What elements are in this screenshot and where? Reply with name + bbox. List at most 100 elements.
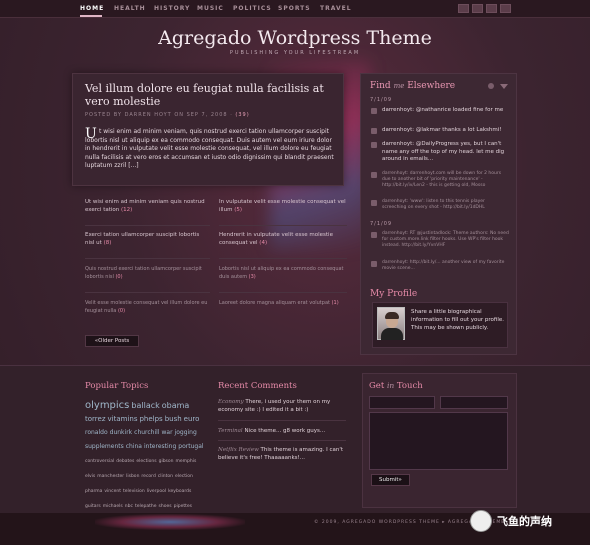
top-navigation: HOME HEALTH HISTORY MUSIC POLITICS SPORT…	[0, 0, 590, 18]
tag-link[interactable]: elections	[136, 457, 156, 467]
tweet-item[interactable]: darrenhoyt: RT @justintadlock: Theme aut…	[371, 231, 509, 249]
tag-link[interactable]: interesting	[144, 442, 176, 452]
nav-home[interactable]: HOME	[80, 5, 104, 12]
tag-link[interactable]: shoes	[159, 502, 172, 512]
tag-link[interactable]: jogging	[175, 428, 197, 438]
tweet-text: darrenhoyt: 'www': listen to this tennis…	[382, 199, 485, 210]
tag-link[interactable]: war	[161, 428, 172, 438]
search-icon[interactable]	[500, 4, 511, 13]
excerpt-item[interactable]: Exerci tation ullamcorper suscipit lobor…	[85, 232, 210, 247]
featured-post-body: t wisi enim ad minim veniam, quis nostru…	[85, 128, 335, 171]
nav-active-indicator	[80, 15, 102, 17]
twitter-bird-icon	[371, 232, 377, 238]
comment-item[interactable]: Economy There, i used your them on my ec…	[218, 399, 353, 414]
older-posts-button[interactable]: «Older Posts	[85, 335, 139, 347]
tweet-text: darrenhoyt: @lakmar thanks a lot Lakshmi…	[382, 127, 502, 133]
tag-link[interactable]: lisbon	[126, 472, 139, 482]
nav-health[interactable]: HEALTH	[114, 5, 146, 12]
contact-heading: Get in Touch	[369, 381, 423, 391]
tweet-text: darrenhoyt: @nathanrice loaded fine for …	[382, 107, 504, 113]
excerpt-item[interactable]: Quis nostrud exerci tation ullamcorper s…	[85, 266, 210, 281]
tag-link[interactable]: manchester	[97, 472, 124, 482]
profile-heading: My Profile	[370, 289, 418, 299]
heading-word: in	[386, 381, 395, 390]
tag-link[interactable]: liverpool	[147, 487, 166, 497]
name-field[interactable]	[369, 396, 435, 409]
tag-link[interactable]: controversial	[85, 457, 114, 467]
tag-link[interactable]: elvis	[85, 472, 95, 482]
tag-link[interactable]: ronaldo	[85, 428, 108, 438]
nav-music[interactable]: MUSIC	[197, 5, 224, 12]
tweet-item[interactable]: darrenhoyt: 'www': listen to this tennis…	[371, 199, 509, 211]
message-textarea[interactable]	[369, 412, 508, 470]
tag-link[interactable]: euro	[184, 414, 200, 424]
tweet-item[interactable]: darrenhoyt: @lakmar thanks a lot Lakshmi…	[371, 127, 509, 135]
comment-count[interactable]: (39)	[235, 112, 249, 118]
nav-politics[interactable]: POLITICS	[233, 5, 272, 12]
rss-icon[interactable]	[458, 4, 469, 13]
tag-link[interactable]: michaels	[103, 502, 123, 512]
tweet-item[interactable]: darrenhoyt: http://bit.ly/... another vi…	[371, 260, 509, 272]
tag-link[interactable]: record	[141, 472, 155, 482]
excerpt-text: Hendrerit in vulputate velit esse molest…	[219, 232, 333, 246]
twitter-bird-icon	[371, 261, 377, 267]
nav-sports[interactable]: SPORTS	[278, 5, 311, 12]
tag-link[interactable]: memphis	[176, 457, 197, 467]
tag-link[interactable]: portugal	[178, 442, 203, 452]
tag-link[interactable]: vitamins	[108, 414, 138, 424]
tweet-item[interactable]: darrenhoyt: @DailyProgress yes, but I ca…	[371, 141, 509, 164]
email-field[interactable]	[440, 396, 508, 409]
twitter-bird-icon	[371, 128, 377, 134]
comment-author[interactable]: Economy	[218, 399, 244, 405]
mail-icon[interactable]	[472, 4, 483, 13]
chevron-down-icon[interactable]	[500, 84, 508, 89]
tag-link[interactable]: keyboards	[168, 487, 191, 497]
excerpt-item[interactable]: In vulputate velit esse molestie consequ…	[219, 199, 349, 214]
feed-icon[interactable]	[486, 4, 497, 13]
featured-post-title[interactable]: Vel illum dolore eu feugiat nulla facili…	[85, 82, 335, 108]
tag-link[interactable]: election	[175, 472, 193, 482]
tag-link[interactable]: clinton	[158, 472, 173, 482]
tag-link[interactable]: telepathe	[135, 502, 157, 512]
tag-link[interactable]: bush	[165, 414, 182, 424]
site-title[interactable]: Agregado Wordpress Theme	[0, 27, 590, 49]
excerpt-count: (0)	[117, 307, 126, 314]
tag-link[interactable]: vincent	[104, 487, 121, 497]
avatar-hair	[385, 312, 399, 319]
tag-link[interactable]: nbc	[125, 502, 133, 512]
excerpt-text: Exerci tation ullamcorper suscipit lobor…	[85, 232, 200, 246]
tag-link[interactable]: supplements	[85, 442, 124, 452]
submit-button[interactable]: Submit»	[371, 474, 410, 486]
excerpt-item[interactable]: Velit esse molestie consequat vel illum …	[85, 300, 210, 315]
avatar-suit	[381, 328, 403, 340]
excerpt-item[interactable]: Lobortis nisl ut aliquip ex ea commodo c…	[219, 266, 349, 281]
heading-word: Elsewhere	[407, 81, 456, 91]
tweet-item[interactable]: darrenhoyt: @nathanrice loaded fine for …	[371, 107, 509, 115]
tag-link[interactable]: debates	[116, 457, 134, 467]
tag-link[interactable]: phelps	[139, 414, 162, 424]
tweet-text: darrenhoyt: http://bit.ly/... another vi…	[382, 260, 505, 271]
comment-author[interactable]: Terminal	[218, 428, 243, 434]
tag-link[interactable]: pipettes	[174, 502, 192, 512]
tag-link[interactable]: olympics	[85, 401, 129, 411]
tag-link[interactable]: obama	[162, 401, 190, 411]
comment-item[interactable]: Netflix Review This theme is amazing. I …	[218, 447, 353, 462]
tag-link[interactable]: guitars	[85, 502, 101, 512]
tag-link[interactable]: torrez	[85, 414, 106, 424]
tag-link[interactable]: churchill	[134, 428, 159, 438]
tweet-item[interactable]: darrenhoyt: darrenhoyt.com will be down …	[371, 171, 509, 189]
divider	[218, 440, 346, 441]
tag-link[interactable]: television	[123, 487, 145, 497]
excerpt-item[interactable]: Laoreet dolore magna aliquam erat volutp…	[219, 300, 349, 308]
tag-link[interactable]: ballack	[131, 401, 159, 411]
tag-link[interactable]: china	[126, 442, 142, 452]
comment-item[interactable]: Terminal Nice theme... g8 work guys...	[218, 428, 353, 436]
nav-history[interactable]: HISTORY	[154, 5, 190, 12]
excerpt-item[interactable]: Ut wisi enim ad minim veniam quis nostru…	[85, 199, 210, 214]
nav-travel[interactable]: TRAVEL	[320, 5, 352, 12]
comment-author[interactable]: Netflix Review	[218, 447, 259, 453]
tag-link[interactable]: dunkirk	[110, 428, 133, 438]
tag-link[interactable]: pharma	[85, 487, 102, 497]
tag-link[interactable]: gibson	[159, 457, 174, 467]
excerpt-item[interactable]: Hendrerit in vulputate velit esse molest…	[219, 232, 349, 247]
